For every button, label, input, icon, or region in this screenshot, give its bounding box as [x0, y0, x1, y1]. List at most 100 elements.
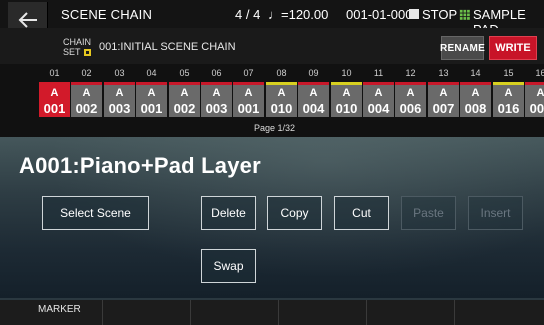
slot-scene-number: 004: [367, 101, 390, 116]
chain-set-label: CHAIN SET: [63, 37, 91, 57]
slot-color-bar: [331, 82, 362, 85]
slot-bank: A: [374, 87, 383, 99]
function-cell-marker[interactable]: MARKER: [0, 300, 103, 325]
select-scene-button[interactable]: Select Scene: [42, 196, 149, 230]
slot-bank: A: [82, 87, 91, 99]
slot-scene-number: 010: [270, 101, 293, 116]
marker-label: MARKER: [38, 304, 81, 315]
scene-slot-15[interactable]: A 016: [493, 82, 524, 117]
slot-scene-number: 006: [399, 101, 422, 116]
slot-scene-number: 002: [173, 101, 196, 116]
function-cell-2[interactable]: [103, 300, 191, 325]
slot-scene-number: 003: [205, 101, 228, 116]
slot-bank: A: [536, 87, 544, 99]
top-bar: SCENE CHAIN 4 / 4 ♩=120.00 001-01-000 ST…: [0, 0, 544, 38]
scene-slot-10[interactable]: A 010: [331, 82, 362, 117]
scene-slot-11[interactable]: A 004: [363, 82, 394, 117]
function-cell-5[interactable]: [367, 300, 455, 325]
scene-slot-08[interactable]: A 010: [266, 82, 297, 117]
scene-slot-05[interactable]: A 002: [169, 82, 200, 117]
slot-index: 03: [114, 68, 125, 78]
slot-bank: A: [277, 87, 286, 99]
slot-index: 07: [243, 68, 254, 78]
scene-slot-06[interactable]: A 003: [201, 82, 232, 117]
slot-scene-number: 004: [302, 101, 325, 116]
page-indicator: Page 1/32: [254, 123, 296, 133]
slot-color-bar: [233, 82, 264, 85]
slot-color-bar: [266, 82, 297, 85]
swap-button[interactable]: Swap: [201, 249, 256, 283]
chain-label-line2: SET: [63, 47, 81, 57]
stop-square-icon: [409, 9, 419, 19]
slot-scene-number: 001: [140, 101, 163, 116]
insert-button[interactable]: Insert: [468, 196, 523, 230]
screen-title: SCENE CHAIN: [61, 7, 153, 22]
slot-index: 01: [49, 68, 60, 78]
scene-slot-09[interactable]: A 004: [298, 82, 329, 117]
slot-bank: A: [342, 87, 351, 99]
slot-color-bar: [71, 82, 102, 85]
slot-index: 05: [179, 68, 190, 78]
slot-bank: A: [50, 87, 59, 99]
slot-index: 13: [438, 68, 449, 78]
slot-index: 02: [81, 68, 92, 78]
slot-color-bar: [201, 82, 232, 85]
scene-slot-12[interactable]: A 006: [395, 82, 426, 117]
slot-color-bar: [460, 82, 491, 85]
back-arrow-icon: [18, 12, 37, 28]
function-cell-3[interactable]: [191, 300, 279, 325]
slot-bank: A: [504, 87, 513, 99]
slot-bank: A: [406, 87, 415, 99]
slot-index: 16: [535, 68, 544, 78]
slot-scene-number: 001: [237, 101, 260, 116]
scene-slot-13[interactable]: A 007: [428, 82, 459, 117]
slot-index: 15: [503, 68, 514, 78]
slot-scene-number: 010: [335, 101, 358, 116]
slot-bank: A: [115, 87, 124, 99]
copy-button[interactable]: Copy: [267, 196, 322, 230]
slot-scene-number: 001: [43, 101, 66, 116]
slot-index: 09: [308, 68, 319, 78]
slot-color-bar: [363, 82, 394, 85]
slot-bank: A: [244, 87, 253, 99]
slot-scene-number: 008: [464, 101, 487, 116]
time-signature: 4 / 4: [235, 7, 261, 22]
delete-button[interactable]: Delete: [201, 196, 256, 230]
song-position: 001-01-000: [346, 7, 413, 22]
chain-set-name[interactable]: 001:INITIAL SCENE CHAIN: [99, 41, 236, 53]
rename-button[interactable]: RENAME: [440, 36, 485, 60]
slot-scene-number: 007: [432, 101, 455, 116]
paste-button[interactable]: Paste: [401, 196, 456, 230]
slot-color-bar: [39, 82, 70, 85]
write-button[interactable]: WRITE: [489, 36, 537, 60]
function-cell-6[interactable]: [455, 300, 544, 325]
slot-scene-number: 001: [529, 101, 544, 116]
scene-slot-04[interactable]: A 001: [136, 82, 167, 117]
slot-bank: A: [147, 87, 156, 99]
slot-index: 10: [341, 68, 352, 78]
slot-color-bar: [169, 82, 200, 85]
slot-color-bar: [298, 82, 329, 85]
scene-slot-16[interactable]: A 001: [525, 82, 544, 117]
slot-index: 14: [470, 68, 481, 78]
slot-bank: A: [439, 87, 448, 99]
chain-set-marker-icon: [83, 48, 91, 56]
scene-slot-01[interactable]: A 001: [39, 82, 70, 117]
slot-index: 08: [276, 68, 287, 78]
slot-bank: A: [309, 87, 318, 99]
function-cell-4[interactable]: [279, 300, 367, 325]
scene-slot-03[interactable]: A 003: [104, 82, 135, 117]
slot-index: 11: [373, 68, 384, 78]
scene-slot-02[interactable]: A 002: [71, 82, 102, 117]
chain-label-line1: CHAIN: [63, 37, 92, 47]
cut-button[interactable]: Cut: [334, 196, 389, 230]
slot-bank: A: [471, 87, 480, 99]
slot-scene-number: 016: [497, 101, 520, 116]
slot-scene-number: 002: [75, 101, 98, 116]
scene-slot-14[interactable]: A 008: [460, 82, 491, 117]
slot-color-bar: [493, 82, 524, 85]
slot-bank: A: [212, 87, 221, 99]
slot-color-bar: [525, 82, 544, 85]
scene-slot-07[interactable]: A 001: [233, 82, 264, 117]
slot-scene-number: 003: [108, 101, 131, 116]
